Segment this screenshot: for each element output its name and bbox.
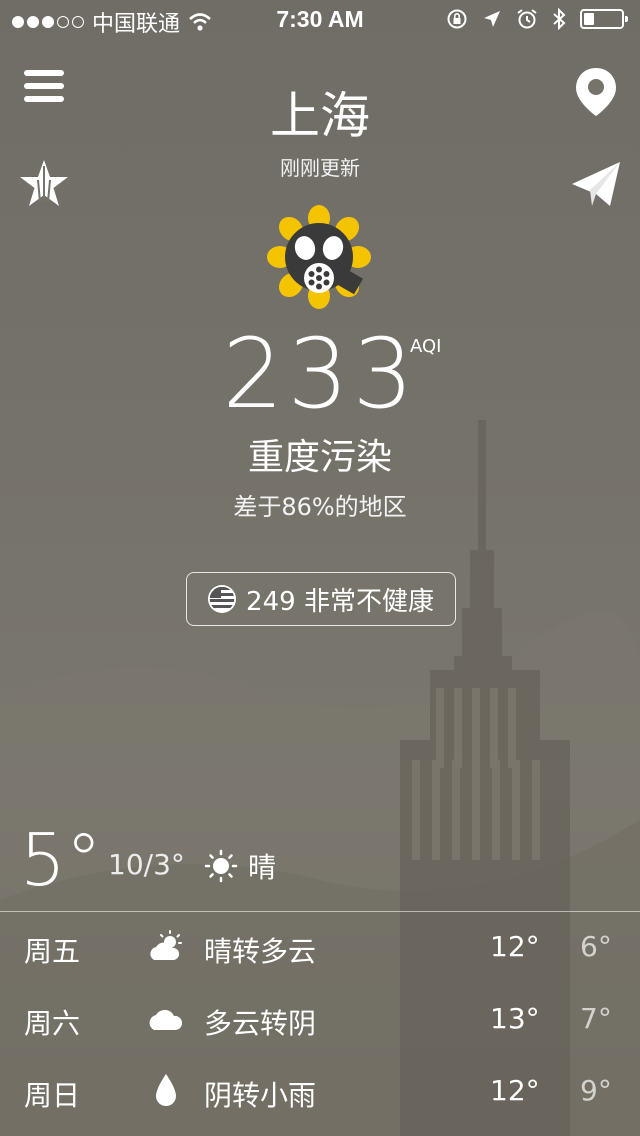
forecast-day: 周五	[24, 935, 81, 968]
forecast-high: 12°	[490, 930, 540, 963]
partly-cloudy-icon	[150, 930, 182, 960]
current-condition-label: 晴	[248, 851, 277, 884]
forecast-day: 周日	[24, 1079, 81, 1112]
raindrop-icon	[156, 1074, 176, 1106]
forecast-day: 周六	[24, 1007, 81, 1040]
forecast-row-sat[interactable]: 周六 多云转阴 13° 7°	[0, 984, 640, 1056]
current-temperature: 5°	[20, 818, 102, 902]
forecast-low: 7°	[580, 1002, 612, 1035]
battery-icon	[580, 9, 628, 29]
forecast-high: 12°	[490, 1074, 540, 1107]
us-aqi-button[interactable]: 249 非常不健康	[186, 572, 456, 626]
location-arrow-icon	[484, 11, 500, 27]
forecast-condition: 阴转小雨	[204, 1079, 317, 1112]
forecast-low: 6°	[580, 930, 612, 963]
aqi-unit-label: AQI	[410, 336, 442, 357]
update-time: 刚刚更新	[280, 156, 360, 180]
sun-icon	[204, 849, 238, 883]
pollution-mascot-icon	[267, 205, 371, 309]
status-bar: 中国联通 7:30 AM	[0, 0, 640, 40]
current-condition: 晴	[204, 846, 276, 886]
cloud-icon	[149, 1009, 183, 1030]
us-flag-icon	[208, 585, 237, 613]
city-name[interactable]: 上海	[0, 76, 640, 148]
bluetooth-icon	[553, 8, 566, 30]
pollution-rank: 差于86%的地区	[233, 493, 407, 521]
forecast-condition: 晴转多云	[204, 935, 317, 968]
forecast-row-sun[interactable]: 周日 阴转小雨 12° 9°	[0, 1056, 640, 1128]
forecast-high: 13°	[490, 1002, 540, 1035]
pollution-level: 重度污染	[247, 437, 392, 478]
alarm-icon	[517, 9, 537, 29]
us-aqi-label: 249 非常不健康	[246, 586, 434, 617]
forecast-condition: 多云转阴	[204, 1007, 317, 1040]
forecast-row-fri[interactable]: 周五 晴转多云 12° 6°	[0, 912, 640, 984]
orientation-lock-icon	[447, 9, 467, 29]
forecast-low: 9°	[580, 1074, 612, 1107]
status-icons	[446, 8, 628, 30]
aqi-value: 233	[222, 318, 418, 430]
temperature-range: 10/3°	[108, 848, 185, 881]
